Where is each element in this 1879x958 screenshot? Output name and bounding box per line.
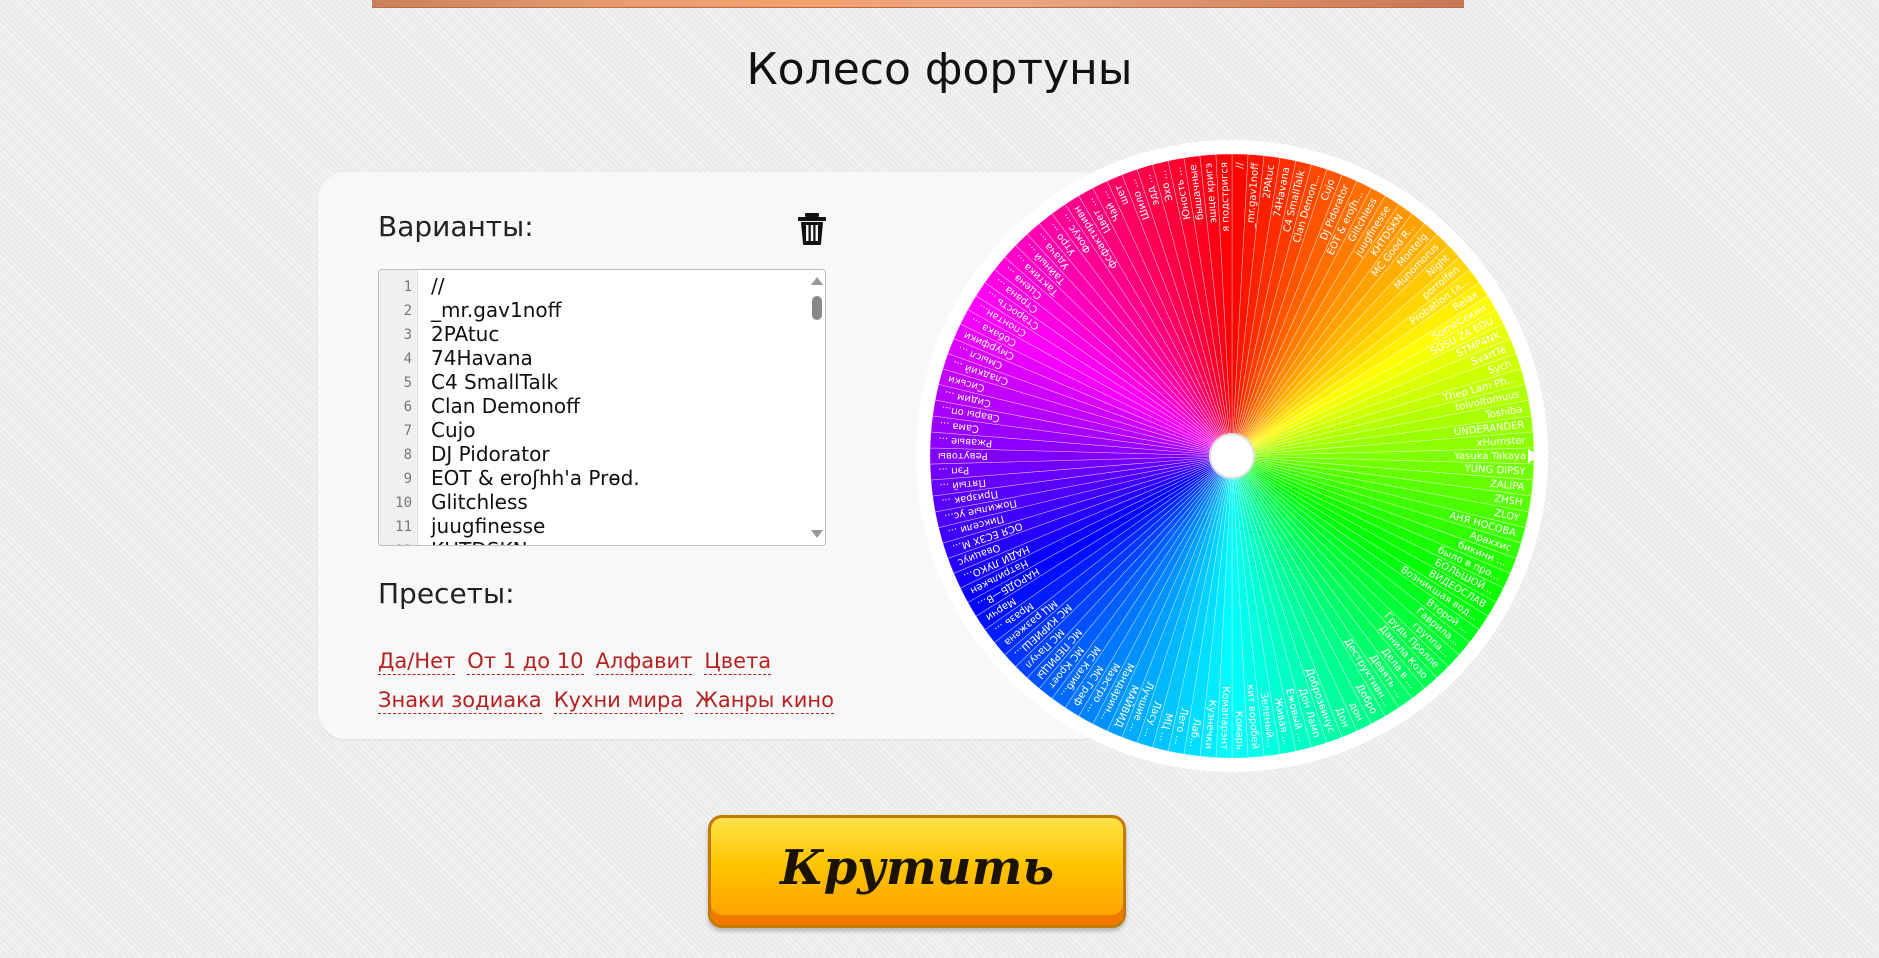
line-text: Cujo bbox=[431, 418, 476, 442]
presets-label: Пресеты: bbox=[378, 577, 515, 610]
editor-line: 5 C4 SmallTalk bbox=[379, 370, 809, 394]
line-text: KHTDSKN bbox=[431, 538, 528, 545]
wheel-label: я подстригся bbox=[1219, 162, 1232, 232]
preset-cuisines[interactable]: Кухни мира bbox=[553, 687, 684, 714]
page-title: Колесо фортуны bbox=[746, 44, 1133, 95]
line-text: // bbox=[431, 274, 445, 298]
wheel-label: Комарь bbox=[1233, 711, 1245, 751]
wheel-label: // bbox=[1235, 161, 1246, 169]
line-number: 6 bbox=[403, 399, 412, 415]
editor-line: 8 DJ Pidorator bbox=[379, 442, 809, 466]
variants-label: Варианты: bbox=[378, 210, 534, 243]
line-text: juugfinesse bbox=[431, 514, 546, 538]
line-number: 12 bbox=[379, 543, 412, 545]
editor-line: 1 // bbox=[379, 274, 809, 298]
fortune-wheel[interactable]: //_mr.gav1noff 2PAtuc 74Havana C4 SmallTalk… bbox=[916, 140, 1548, 772]
spin-button[interactable]: Крутить bbox=[708, 815, 1126, 928]
line-number: 10 bbox=[395, 495, 412, 511]
scroll-thumb[interactable] bbox=[812, 296, 822, 320]
wheel-label: Ревутовы bbox=[938, 450, 988, 461]
wheel-label: Yasuka Takaya bbox=[1453, 451, 1526, 462]
wheel-label: Комапарэнт bbox=[1218, 686, 1231, 750]
editor-line: 12 KHTDSKN bbox=[379, 538, 809, 545]
preset-movie-genres[interactable]: Жанры кино bbox=[695, 687, 834, 714]
editor-line: 3 2PAtuc bbox=[379, 322, 809, 346]
line-text: _mr.gav1noff bbox=[431, 298, 562, 322]
editor-lines: 1 // 2 _mr.gav1noff 3 2PAtuc 4 74Havana 5 C4 Smal… bbox=[379, 274, 809, 545]
line-text: EOT & eroʃhh'a Prɵd. bbox=[431, 466, 640, 490]
line-number: 5 bbox=[403, 375, 412, 391]
editor-line: 7 Cujo bbox=[379, 418, 809, 442]
preset-colors[interactable]: Цвета bbox=[704, 648, 772, 675]
line-number: 11 bbox=[395, 519, 412, 535]
line-number: 2 bbox=[403, 303, 412, 319]
top-banner-image bbox=[372, 0, 1464, 8]
editor-line: 9 EOT & eroʃhh'a Prɵd. bbox=[379, 466, 809, 490]
editor-line: 11 juugfinesse bbox=[379, 514, 809, 538]
spin-button-label: Крутить bbox=[779, 840, 1055, 896]
editor-line: 4 74Havana bbox=[379, 346, 809, 370]
editor-line: 6 Clan Demonoff bbox=[379, 394, 809, 418]
line-number: 8 bbox=[403, 447, 412, 463]
line-number: 3 bbox=[403, 327, 412, 343]
line-text: 2PAtuc bbox=[431, 322, 500, 346]
preset-yes-no[interactable]: Да/Нет bbox=[378, 648, 456, 675]
preset-zodiac[interactable]: Знаки зодиака bbox=[378, 687, 542, 714]
line-number: 9 bbox=[403, 471, 412, 487]
editor-scrollbar[interactable] bbox=[808, 270, 825, 545]
preset-row-1: Да/Нет От 1 до 10 Алфавит Цвета bbox=[378, 648, 783, 675]
line-text: DJ Pidorator bbox=[431, 442, 550, 466]
line-number: 7 bbox=[403, 423, 412, 439]
editor-line: 2 _mr.gav1noff bbox=[379, 298, 809, 322]
editor-line: 10 Glitchless bbox=[379, 490, 809, 514]
preset-1-to-10[interactable]: От 1 до 10 bbox=[467, 648, 584, 675]
wheel-graphic: //_mr.gav1noff 2PAtuc74HavanaC4 SmallTalk… bbox=[916, 140, 1548, 772]
scroll-down-icon[interactable] bbox=[811, 530, 823, 538]
wheel-label: Рэп ... bbox=[938, 464, 969, 477]
scroll-up-icon[interactable] bbox=[811, 277, 823, 285]
trash-icon bbox=[798, 213, 826, 245]
clear-variants-button[interactable] bbox=[796, 212, 828, 246]
line-text: 74Havana bbox=[431, 346, 533, 370]
line-number: 1 bbox=[403, 279, 412, 295]
preset-alphabet[interactable]: Алфавит bbox=[595, 648, 693, 675]
line-text: C4 SmallTalk bbox=[431, 370, 558, 394]
line-text: Clan Demonoff bbox=[431, 394, 580, 418]
line-number: 4 bbox=[403, 351, 412, 367]
preset-row-2: Знаки зодиака Кухни мира Жанры кино bbox=[378, 687, 846, 714]
variants-editor[interactable]: 1 // 2 _mr.gav1noff 3 2PAtuc 4 74Havana 5 C4 Smal… bbox=[378, 269, 826, 546]
wheel-hub bbox=[1209, 433, 1255, 479]
line-text: Glitchless bbox=[431, 490, 528, 514]
